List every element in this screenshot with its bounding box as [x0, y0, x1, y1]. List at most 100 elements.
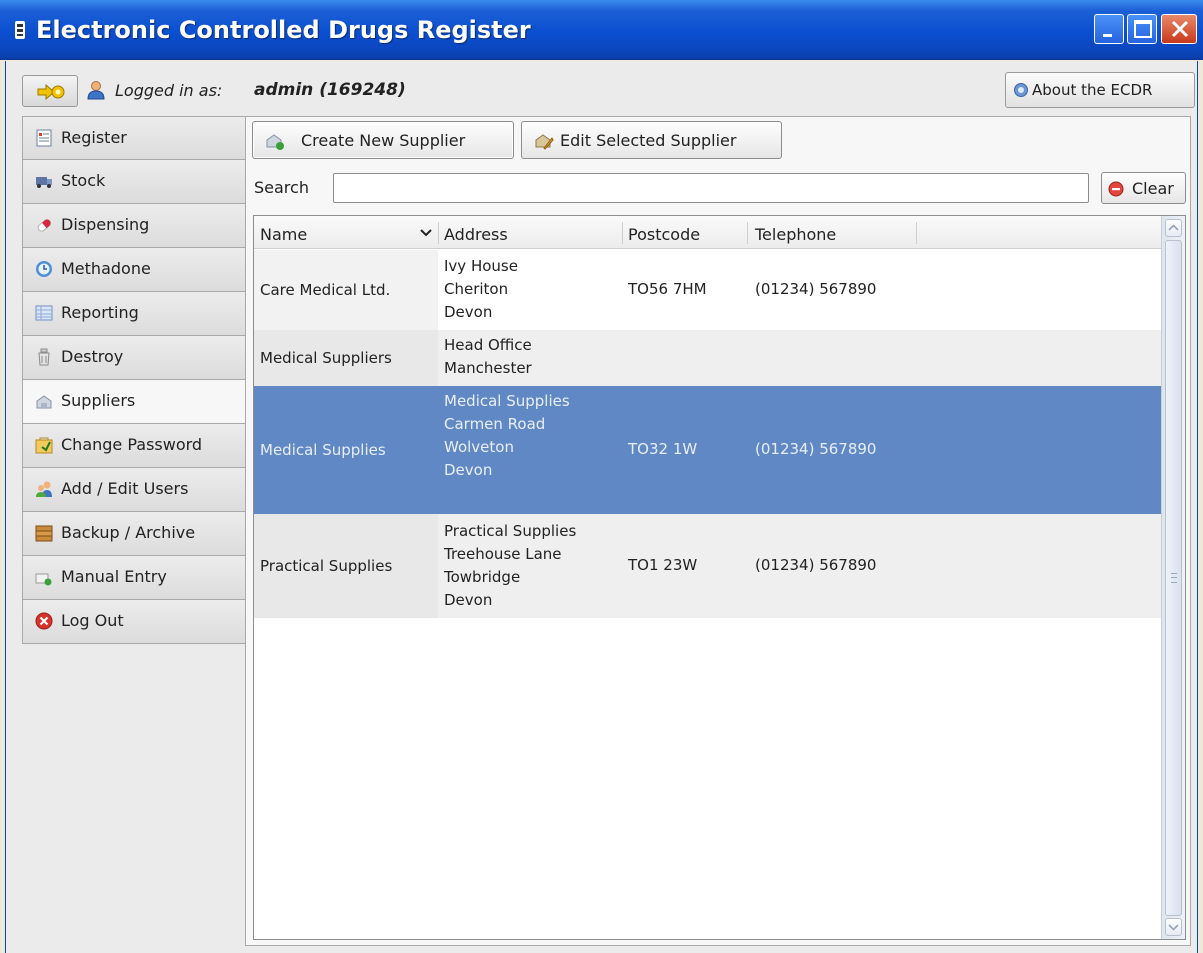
- cell-telephone: (01234) 567890: [755, 556, 877, 574]
- table-row[interactable]: Medical Suppliers Head Office Manchester: [254, 330, 1161, 386]
- cell-address: Medical Supplies Carmen Road Wolveton De…: [444, 390, 570, 482]
- sidebar-item-label: Backup / Archive: [61, 523, 196, 542]
- logged-in-label: Logged in as:: [115, 81, 223, 100]
- clear-label: Clear: [1132, 179, 1174, 198]
- sidebar-item-label: Destroy: [61, 347, 124, 366]
- sidebar-item-label: Add / Edit Users: [61, 479, 189, 498]
- cell-address: Practical Supplies Treehouse Lane Towbri…: [444, 520, 576, 612]
- column-header-postcode[interactable]: Postcode: [628, 216, 700, 249]
- sidebar-item-manual-entry[interactable]: Manual Entry: [22, 556, 246, 600]
- column-divider: [622, 222, 623, 244]
- cell-postcode: TO1 23W: [628, 556, 698, 574]
- minimize-icon: [1103, 34, 1112, 37]
- about-label: About the ECDR: [1032, 81, 1153, 99]
- search-input[interactable]: [333, 173, 1089, 203]
- logged-in-user: admin (169248): [254, 80, 406, 100]
- logout-icon: [35, 612, 53, 630]
- sidebar-item-stock[interactable]: Stock: [22, 160, 246, 204]
- backup-icon: [35, 525, 53, 542]
- exit-arrow-icon: [37, 83, 65, 101]
- info-icon: [1014, 83, 1028, 97]
- maximize-button[interactable]: [1127, 14, 1157, 44]
- address-line: Practical Supplies: [444, 522, 577, 540]
- close-icon: [1171, 20, 1189, 38]
- chevron-up-icon: [1168, 224, 1179, 231]
- reporting-icon: [35, 305, 53, 321]
- cell-name: Medical Suppliers: [254, 330, 438, 386]
- grip-icon: [1171, 573, 1177, 583]
- chevron-down-icon: [420, 229, 432, 237]
- about-button[interactable]: About the ECDR: [1005, 72, 1195, 108]
- address-line: Manchester: [444, 359, 532, 377]
- create-supplier-button[interactable]: Create New Supplier: [252, 121, 514, 159]
- create-supplier-label: Create New Supplier: [301, 131, 466, 150]
- address-line: Devon: [444, 303, 493, 321]
- window-title: Electronic Controlled Drugs Register: [36, 16, 531, 44]
- sidebar-item-suppliers[interactable]: Suppliers: [22, 380, 248, 424]
- address-line: Cheriton: [444, 280, 509, 298]
- edit-supplier-icon: [535, 134, 554, 150]
- sidebar-item-log-out[interactable]: Log Out: [22, 600, 246, 644]
- sidebar-item-change-password[interactable]: Change Password: [22, 424, 246, 468]
- address-line: Devon: [444, 591, 493, 609]
- table-row[interactable]: Practical Supplies Practical Supplies Tr…: [254, 514, 1161, 618]
- sidebar-item-register[interactable]: Register: [22, 116, 246, 160]
- address-line: Carmen Road: [444, 415, 546, 433]
- chevron-down-icon: [1168, 924, 1179, 931]
- edit-supplier-button[interactable]: Edit Selected Supplier: [521, 121, 782, 159]
- column-header-telephone[interactable]: Telephone: [755, 216, 836, 249]
- sidebar-item-reporting[interactable]: Reporting: [22, 292, 246, 336]
- sidebar-item-label: Log Out: [61, 611, 124, 630]
- scrollbar-thumb[interactable]: [1165, 240, 1182, 916]
- sidebar-item-methadone[interactable]: Methadone: [22, 248, 246, 292]
- cell-address: Head Office Manchester: [444, 334, 532, 380]
- users-icon: [36, 481, 52, 497]
- column-header-address[interactable]: Address: [444, 216, 508, 249]
- sidebar-item-destroy[interactable]: Destroy: [22, 336, 246, 380]
- address-line: Ivy House: [444, 257, 518, 275]
- table-row[interactable]: Care Medical Ltd. Ivy House Cheriton Dev…: [254, 250, 1161, 330]
- manual-entry-icon: [35, 573, 52, 586]
- scroll-up-button[interactable]: [1165, 219, 1182, 237]
- cell-postcode: TO32 1W: [628, 440, 698, 458]
- register-icon: [36, 129, 52, 147]
- sidebar-item-label: Dispensing: [61, 215, 150, 234]
- sidebar-item-label: Suppliers: [61, 391, 136, 410]
- column-divider: [438, 222, 439, 244]
- clear-search-button[interactable]: Clear: [1101, 172, 1186, 204]
- title-bar[interactable]: Electronic Controlled Drugs Register: [0, 0, 1203, 60]
- suppliers-icon: [36, 395, 52, 409]
- maximize-icon: [1134, 20, 1152, 38]
- cell-postcode: TO56 7HM: [628, 280, 707, 298]
- suppliers-table: Name Address Postcode Telephone Care Med…: [253, 215, 1186, 940]
- password-icon: [35, 437, 53, 454]
- address-line: Devon: [444, 461, 493, 479]
- top-bar: Logged in as: admin (169248) About the E…: [5, 69, 1198, 113]
- address-line: Towbridge: [444, 568, 521, 586]
- methadone-icon: [36, 261, 52, 277]
- clear-icon: [1108, 181, 1124, 197]
- destroy-icon: [38, 348, 50, 366]
- address-line: Medical Supplies: [444, 392, 570, 410]
- sidebar-item-add-edit-users[interactable]: Add / Edit Users: [22, 468, 246, 512]
- cell-name: Medical Supplies: [254, 386, 438, 514]
- column-header-name[interactable]: Name: [260, 216, 307, 249]
- quick-logout-button[interactable]: [22, 75, 78, 107]
- cell-address: Ivy House Cheriton Devon: [444, 255, 518, 324]
- cell-name: Practical Supplies: [254, 514, 438, 618]
- add-supplier-icon: [266, 134, 284, 150]
- table-row-selected[interactable]: Medical Supplies Medical Supplies Carmen…: [254, 386, 1161, 514]
- table-header: Name Address Postcode Telephone: [254, 216, 1161, 249]
- vertical-scrollbar[interactable]: [1161, 216, 1185, 939]
- sidebar-item-label: Register: [61, 128, 127, 147]
- scroll-down-button[interactable]: [1165, 918, 1182, 936]
- column-divider: [747, 222, 748, 244]
- minimize-button[interactable]: [1094, 14, 1124, 44]
- cell-telephone: (01234) 567890: [755, 440, 877, 458]
- close-button[interactable]: [1161, 14, 1197, 44]
- sidebar-item-backup-archive[interactable]: Backup / Archive: [22, 512, 246, 556]
- user-icon: [87, 81, 105, 100]
- app-icon: [15, 21, 25, 39]
- sidebar-nav: Register Stock Dispensing Methadone Repo…: [22, 116, 248, 644]
- sidebar-item-dispensing[interactable]: Dispensing: [22, 204, 246, 248]
